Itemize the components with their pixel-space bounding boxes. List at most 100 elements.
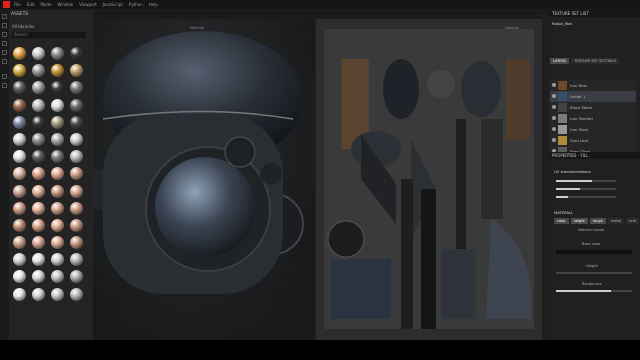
visibility-eye-icon[interactable] <box>552 105 556 109</box>
material-preset[interactable] <box>68 287 85 304</box>
tab-height[interactable]: height <box>570 218 588 224</box>
material-preset[interactable] <box>68 46 85 63</box>
material-preset[interactable] <box>11 132 28 149</box>
material-preset[interactable] <box>30 115 47 132</box>
material-preset[interactable] <box>11 46 28 63</box>
uv-offset-slider[interactable] <box>556 196 616 198</box>
viewport-3d-label[interactable]: Material <box>190 26 204 30</box>
material-preset[interactable] <box>30 235 47 252</box>
material-preset[interactable] <box>30 98 47 115</box>
material-preset[interactable] <box>68 201 85 218</box>
menu-mode[interactable]: Mode <box>40 2 51 7</box>
menu-window[interactable]: Window <box>57 2 73 7</box>
material-preset[interactable] <box>30 252 47 269</box>
material-preset[interactable] <box>30 287 47 304</box>
visibility-eye-icon[interactable] <box>552 94 556 98</box>
menu-edit[interactable]: Edit <box>27 2 35 7</box>
height-slider[interactable] <box>556 272 632 274</box>
material-preset[interactable] <box>30 132 47 149</box>
material-preset[interactable] <box>49 98 66 115</box>
menu-file[interactable]: File <box>14 2 21 7</box>
visibility-eye-icon[interactable] <box>552 127 556 131</box>
uv-rotation-slider[interactable] <box>556 188 616 190</box>
material-preset[interactable] <box>49 132 66 149</box>
material-preset[interactable] <box>49 166 66 183</box>
material-preset[interactable] <box>49 63 66 80</box>
viewport-3d[interactable] <box>93 19 314 340</box>
material-preset[interactable] <box>68 166 85 183</box>
menu-python[interactable]: Python <box>129 2 143 7</box>
tab-rough[interactable]: rough <box>589 218 606 224</box>
tab-color[interactable]: color <box>554 218 569 224</box>
material-preset[interactable] <box>11 63 28 80</box>
material-preset[interactable] <box>30 201 47 218</box>
menu-javascript[interactable]: JavaScript <box>103 2 123 7</box>
material-preset[interactable] <box>11 184 28 201</box>
material-preset[interactable] <box>30 46 47 63</box>
material-preset[interactable] <box>11 252 28 269</box>
visibility-eye-icon[interactable] <box>552 83 556 87</box>
smudge-tool-icon[interactable] <box>2 41 7 46</box>
material-preset[interactable] <box>11 166 28 183</box>
material-preset[interactable] <box>30 269 47 286</box>
projection-tool-icon[interactable] <box>2 32 7 37</box>
material-preset[interactable] <box>49 235 66 252</box>
picker-tool-icon[interactable] <box>2 59 7 64</box>
material-preset[interactable] <box>68 80 85 97</box>
tab-texture-set-settings[interactable]: TEXTURE SET SETTINGS <box>571 58 620 64</box>
material-preset[interactable] <box>11 269 28 286</box>
material-preset[interactable] <box>68 184 85 201</box>
material-preset[interactable] <box>30 80 47 97</box>
tab-layers[interactable]: LAYERS <box>550 58 570 64</box>
tab-metal[interactable]: metal <box>607 218 625 224</box>
clone-tool-icon[interactable] <box>2 50 7 55</box>
material-preset[interactable] <box>11 80 28 97</box>
roughness-slider[interactable] <box>556 290 632 292</box>
shelf-category[interactable]: All libraries <box>12 24 34 29</box>
visibility-eye-icon[interactable] <box>552 138 556 142</box>
tab-nrm[interactable]: nrm <box>626 218 640 224</box>
visibility-eye-icon[interactable] <box>552 116 556 120</box>
material-preset[interactable] <box>11 149 28 166</box>
material-preset[interactable] <box>11 287 28 304</box>
menu-viewport[interactable]: Viewport <box>79 2 97 7</box>
base-color-swatch[interactable] <box>556 250 632 254</box>
material-preset[interactable] <box>68 252 85 269</box>
material-preset[interactable] <box>11 201 28 218</box>
material-preset[interactable] <box>68 218 85 235</box>
material-preset[interactable] <box>30 166 47 183</box>
material-preset[interactable] <box>49 46 66 63</box>
viewport-2d-label[interactable]: Material <box>505 26 519 30</box>
material-preset[interactable] <box>30 218 47 235</box>
material-preset[interactable] <box>11 218 28 235</box>
material-preset[interactable] <box>68 115 85 132</box>
bake-tool-icon[interactable] <box>2 74 7 79</box>
material-preset[interactable] <box>49 80 66 97</box>
material-preset[interactable] <box>30 63 47 80</box>
viewport-2d[interactable] <box>316 19 542 340</box>
material-preset[interactable] <box>68 235 85 252</box>
material-preset[interactable] <box>49 149 66 166</box>
material-preset[interactable] <box>68 132 85 149</box>
shelf-search-input[interactable]: Search <box>12 32 86 38</box>
paint-tool-icon[interactable] <box>2 14 7 19</box>
texture-set-item[interactable]: Robot_Mat <box>552 21 572 26</box>
material-preset[interactable] <box>68 63 85 80</box>
uv-section-title[interactable]: UV transformations <box>554 169 591 174</box>
material-preset[interactable] <box>49 252 66 269</box>
material-preset[interactable] <box>49 115 66 132</box>
material-preset[interactable] <box>30 184 47 201</box>
layer-tool-icon[interactable] <box>2 83 7 88</box>
material-preset[interactable] <box>11 115 28 132</box>
material-preset[interactable] <box>49 201 66 218</box>
material-preset[interactable] <box>30 149 47 166</box>
material-preset[interactable] <box>49 269 66 286</box>
material-preset[interactable] <box>49 184 66 201</box>
material-preset[interactable] <box>49 218 66 235</box>
material-preset[interactable] <box>68 98 85 115</box>
menu-help[interactable]: Help <box>149 2 158 7</box>
material-preset[interactable] <box>11 98 28 115</box>
material-preset[interactable] <box>68 269 85 286</box>
material-preset[interactable] <box>49 287 66 304</box>
eraser-tool-icon[interactable] <box>2 23 7 28</box>
